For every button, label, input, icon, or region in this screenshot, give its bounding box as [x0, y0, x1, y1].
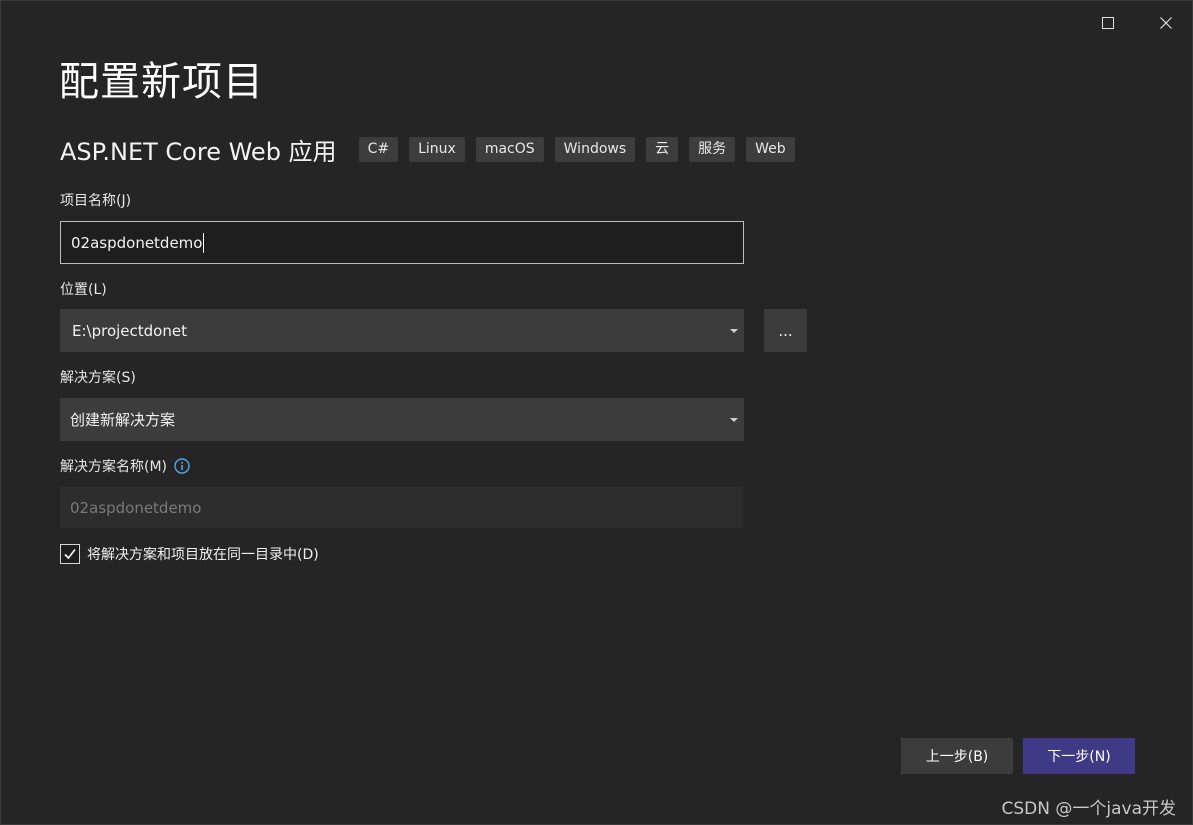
- back-button[interactable]: 上一步(B): [901, 738, 1013, 774]
- project-name-value: 02aspdonetdemo: [71, 233, 203, 252]
- solution-dropdown[interactable]: 创建新解决方案: [60, 398, 744, 441]
- tag-cloud: 云: [646, 136, 679, 162]
- project-name-label: 项目名称(J): [60, 193, 132, 209]
- watermark: CSDN @一个java开发: [1001, 799, 1177, 819]
- same-directory-checkbox[interactable]: [60, 544, 80, 564]
- solution-name-input: 02aspdonetdemo: [60, 487, 743, 528]
- solution-name-value: 02aspdonetdemo: [70, 498, 202, 517]
- solution-name-label-row: 解决方案名称(M): [60, 456, 190, 476]
- chevron-down-icon: [730, 328, 738, 333]
- same-directory-label: 将解决方案和项目放在同一目录中(D): [87, 547, 319, 563]
- next-button[interactable]: 下一步(N): [1023, 738, 1135, 774]
- tag-web: Web: [746, 136, 795, 162]
- chevron-down-icon: [730, 417, 738, 422]
- text-caret: [203, 232, 205, 253]
- template-header: ASP.NET Core Web 应用 C# Linux macOS Windo…: [60, 132, 806, 166]
- close-button[interactable]: [1151, 9, 1181, 37]
- project-name-input[interactable]: 02aspdonetdemo: [60, 221, 744, 264]
- location-value: E:\projectdonet: [72, 321, 187, 340]
- solution-label: 解决方案(S): [60, 370, 136, 386]
- tag-csharp: C#: [358, 136, 399, 162]
- browse-button[interactable]: ...: [764, 309, 807, 352]
- info-icon[interactable]: [174, 458, 190, 474]
- solution-value: 创建新解决方案: [70, 411, 176, 429]
- tag-linux: Linux: [409, 136, 465, 162]
- maximize-icon: [1102, 17, 1114, 29]
- same-directory-option[interactable]: 将解决方案和项目放在同一目录中(D): [60, 543, 319, 565]
- solution-name-label: 解决方案名称(M): [60, 459, 168, 475]
- tag-service: 服务: [689, 136, 736, 162]
- page-title: 配置新项目: [59, 59, 264, 105]
- tag-windows: Windows: [554, 136, 636, 162]
- location-dropdown[interactable]: E:\projectdonet: [60, 309, 744, 352]
- template-name: ASP.NET Core Web 应用: [60, 137, 337, 166]
- location-label: 位置(L): [60, 282, 107, 298]
- maximize-button[interactable]: [1093, 9, 1123, 37]
- dialog-window: 配置新项目 ASP.NET Core Web 应用 C# Linux macOS…: [0, 0, 1193, 825]
- tag-macos: macOS: [475, 136, 544, 162]
- checkmark-icon: [64, 549, 76, 560]
- close-icon: [1160, 17, 1172, 29]
